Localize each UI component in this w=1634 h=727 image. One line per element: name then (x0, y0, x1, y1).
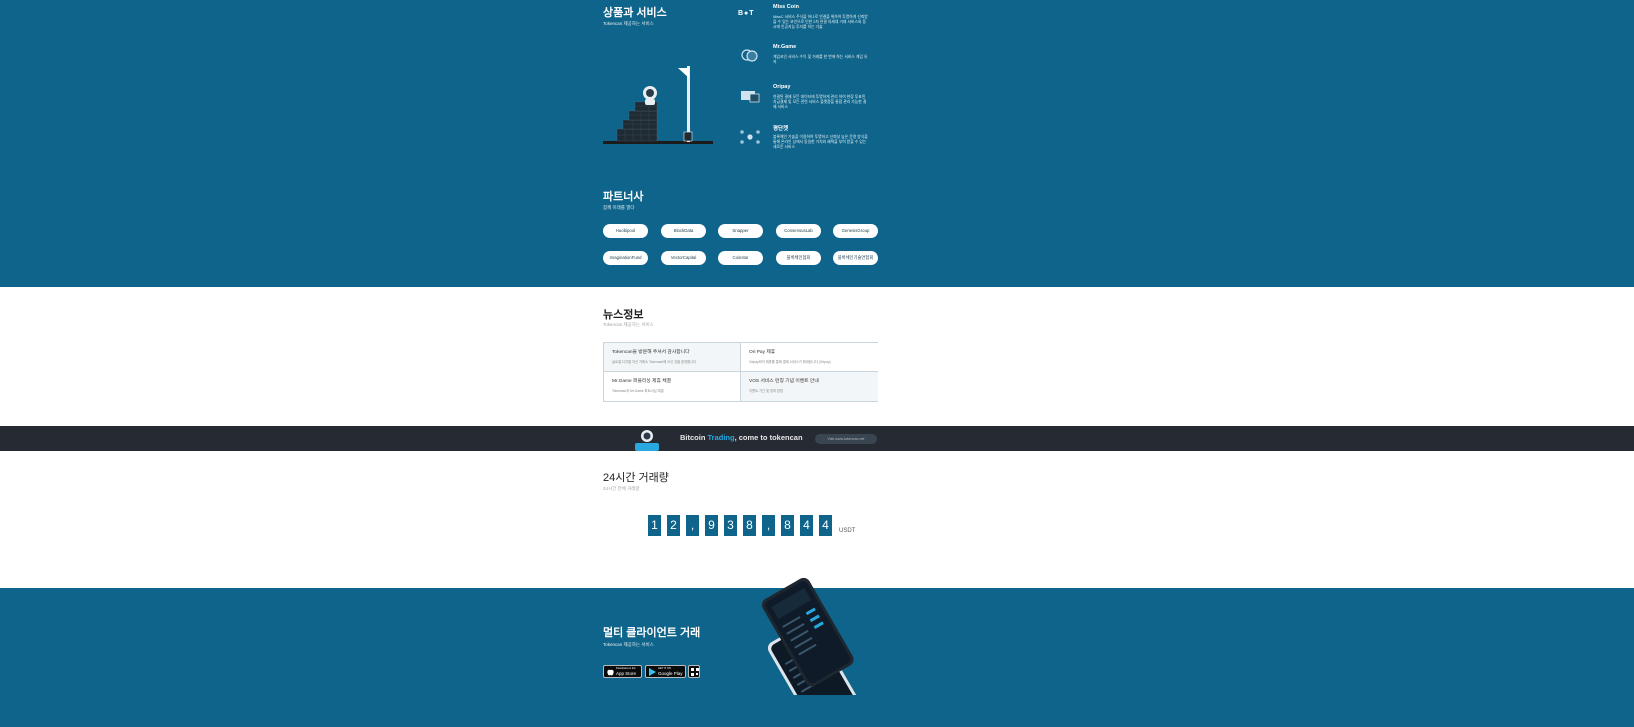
news-item[interactable]: Tokencan을 방문해 주셔서 감사합니다 글로벌 디지털 자산 거래소 T… (604, 343, 741, 372)
product-item[interactable]: 평단켓 블록체인 기술을 이용하여 투명하고 신뢰성 높은 운영 방식을 통해 … (738, 124, 878, 160)
partner-badge[interactable]: GenesisGroup (833, 224, 878, 238)
volume-digit: 1 (648, 515, 661, 536)
news-item-desc: Tokencan과 Mr.Game 파트너십 체결 (612, 389, 664, 393)
volume-subtitle: 24시간 전체 거래량 (603, 486, 640, 491)
product-item[interactable]: Mr.Game 게임코인 서비스 수익 및 거래를 한 번에 하는 서비스 게임… (738, 44, 878, 80)
volume-title: 24시간 거래량 (603, 472, 669, 484)
product-description: 블록체인 기술을 이용하여 투명하고 신뢰성 높은 운영 방식을 통해 온라인 … (773, 135, 868, 149)
banner-text-post: , come to tokencan (734, 433, 803, 442)
product-name: Miss Coin (773, 4, 799, 10)
partner-badge[interactable]: VectorCapital (661, 251, 706, 265)
volume-section: 24시간 거래량 24시간 전체 거래량 (0, 451, 1634, 588)
volume-digit: 8 (781, 515, 794, 536)
banner-text-pre: Bitcoin (680, 433, 708, 442)
news-item-title: Mr.Game 퍼블리싱 제휴 체결 (612, 379, 672, 384)
product-description: 게임코인 서비스 수익 및 거래를 한 번에 하는 서비스 게임 유저 (773, 55, 868, 64)
partner-badge[interactable]: Snapper (718, 224, 763, 238)
partner-badge[interactable]: BlockData (661, 224, 706, 238)
product-item[interactable]: B●T Miss Coin MissC 서비스 주식을 하나로 연결을 위하여 … (738, 4, 878, 42)
news-item-desc: 이벤트 기간 및 참여 방법 (749, 389, 783, 393)
partner-badge[interactable]: ConsensusLab (776, 224, 821, 238)
products-subtitle: Tokencan 제공하는 서비스 (603, 21, 654, 26)
game-coins-icon (741, 49, 758, 62)
news-grid: Tokencan을 방문해 주셔서 감사합니다 글로벌 디지털 자산 거래소 T… (603, 342, 878, 402)
product-description: MissC 서비스 주식을 하나로 연결을 위하여 투명하게 신뢰받을 수 있는… (773, 15, 868, 29)
app-store-button[interactable]: Download on the App Store (603, 665, 642, 678)
product-name: 평단켓 (773, 126, 789, 132)
news-item-title: Ori Pay 제휴 (749, 350, 776, 355)
promo-banner[interactable]: Bitcoin Trading, come to tokencan Visit … (0, 426, 1634, 451)
news-title: 뉴스정보 (603, 309, 644, 321)
google-play-big-text: Google Play (658, 671, 683, 676)
volume-digit: , (762, 515, 775, 536)
volume-digit: 9 (705, 515, 718, 536)
news-item-desc: Oripay와의 제휴를 통해 결제 서비스가 확대됩니다 (Oripay) (749, 360, 831, 364)
partner-badge[interactable]: Huobipool (603, 224, 648, 238)
volume-digit: 8 (743, 515, 756, 536)
qr-code-icon (691, 668, 699, 676)
partner-badge[interactable]: ImaginationFund (603, 251, 648, 265)
news-subtitle: Tokencan 제공하는 서비스 (603, 322, 654, 327)
astronaut-flag-illustration (603, 66, 713, 144)
google-play-button[interactable]: GET IT ON Google Play (645, 665, 686, 678)
volume-unit: USDT (839, 528, 856, 534)
phone-mockup-illustration (761, 577, 860, 695)
astronaut-icon (635, 430, 659, 451)
volume-digit: 2 (667, 515, 680, 536)
partner-badge[interactable]: 블록체인협회 (776, 251, 821, 265)
partner-badge[interactable]: Coinstar (718, 251, 763, 265)
google-play-small-text: GET IT ON (658, 667, 671, 670)
products-partners-section: 상품과 서비스 Tokencan 제공하는 서비스 B●T Miss Coin … (0, 0, 1634, 287)
mobile-title: 멀티 클라이언트 거래 (603, 627, 701, 639)
news-item-title: Tokencan을 방문해 주셔서 감사합니다 (612, 350, 690, 355)
volume-digit: 4 (819, 515, 832, 536)
app-store-small-text: Download on the (616, 667, 636, 670)
banner-slogan: Bitcoin Trading, come to tokencan (680, 433, 803, 442)
partners-subtitle: 함께 미래를 열다 (603, 205, 635, 210)
product-description: 연결된 결제 모든 데이터에 투명하게 관리 하여 현장 투표된 지급결제 및 … (773, 95, 867, 109)
partners-title: 파트너사 (603, 191, 644, 203)
app-store-big-text: App Store (616, 671, 637, 676)
network-nodes-icon (740, 130, 760, 144)
partner-badge[interactable]: 블록체인기술연합회 (833, 251, 878, 265)
banner-text-accent: Trading (707, 433, 735, 442)
product-name: Oripay (773, 84, 791, 90)
mobile-subtitle: Tokencan 제공하는 서비스 (603, 642, 654, 647)
news-item-desc: 글로벌 디지털 자산 거래소 Tokencan에 오신 것을 환영합니다 (612, 360, 697, 364)
qr-code-button[interactable] (688, 665, 700, 678)
volume-digit: , (686, 515, 699, 536)
news-item[interactable]: Ori Pay 제휴 Oripay와의 제휴를 통해 결제 서비스가 확대됩니다… (741, 343, 878, 372)
product-name: Mr.Game (773, 44, 797, 50)
payment-device-icon (741, 91, 760, 103)
apple-icon (607, 669, 614, 676)
google-play-icon (649, 668, 656, 676)
banner-link-pill[interactable]: Visit www.tokencan.net (815, 434, 877, 444)
news-item[interactable]: VOS 서비스 런칭 기념 이벤트 안내 이벤트 기간 및 참여 방법 (741, 372, 878, 401)
bot-logo-icon: B●T (738, 10, 755, 17)
products-title: 상품과 서비스 (603, 7, 667, 19)
volume-digit: 3 (724, 515, 737, 536)
news-item-title: VOS 서비스 런칭 기념 이벤트 안내 (749, 379, 819, 384)
volume-digit: 4 (800, 515, 813, 536)
product-item[interactable]: Oripay 연결된 결제 모든 데이터에 투명하게 관리 하여 현장 투표된 … (738, 84, 878, 120)
news-item[interactable]: Mr.Game 퍼블리싱 제휴 체결 Tokencan과 Mr.Game 파트너… (604, 372, 741, 401)
